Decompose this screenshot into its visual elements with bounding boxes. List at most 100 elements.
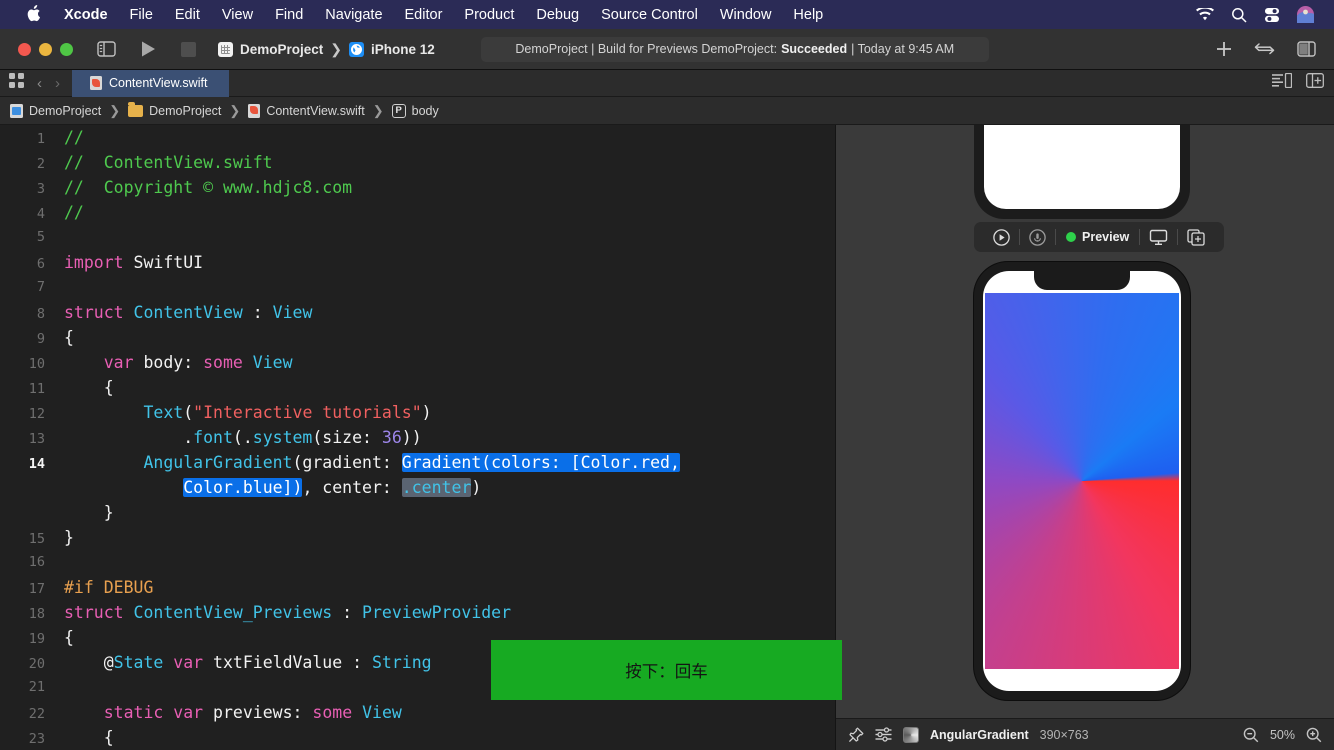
tab-contentview-swift[interactable]: ContentView.swift	[72, 69, 230, 97]
tab-label: ContentView.swift	[109, 76, 208, 90]
user-avatar-icon[interactable]	[1297, 6, 1314, 23]
code-token: struct	[64, 303, 124, 322]
preview-device-screen	[983, 271, 1181, 691]
code-line[interactable]: 10 var body: some View	[0, 350, 836, 375]
code-line[interactable]: 4 //	[0, 200, 836, 225]
code-token: //	[64, 128, 84, 147]
project-icon	[218, 41, 233, 57]
breadcrumb-item-body[interactable]: P body	[391, 103, 439, 118]
code-line[interactable]: 9{	[0, 325, 836, 350]
code-line-text: @State var txtFieldValue : String	[58, 650, 432, 675]
adjust-sliders-icon[interactable]	[875, 727, 892, 742]
code-token: , center:	[302, 478, 402, 497]
code-line[interactable]: }	[0, 500, 836, 525]
preview-device-above[interactable]	[974, 125, 1190, 219]
menu-item-edit[interactable]: Edit	[164, 7, 211, 23]
minimap-toggle-icon[interactable]	[1272, 72, 1293, 93]
code-token: State	[113, 653, 164, 672]
run-play-icon[interactable]	[140, 40, 157, 58]
code-line[interactable]: 2 // ContentView.swift	[0, 150, 836, 175]
nav-back-icon[interactable]: ‹	[37, 75, 42, 92]
code-line[interactable]: 14 AngularGradient(gradient: Gradient(co…	[0, 450, 836, 475]
record-circle-icon[interactable]	[1020, 228, 1055, 246]
play-circle-icon[interactable]	[984, 228, 1019, 246]
code-token: // ContentView.swift	[64, 153, 273, 172]
code-token: @	[64, 653, 114, 672]
code-line[interactable]: 3 // Copyright © www.hdjc8.com	[0, 175, 836, 200]
code-token: //	[64, 203, 84, 222]
assistant-editor-icon[interactable]	[1306, 73, 1324, 93]
navigator-toggle-icon[interactable]	[97, 41, 116, 57]
window-controls	[18, 42, 73, 56]
line-number: 12	[28, 406, 45, 422]
close-button[interactable]	[18, 42, 31, 56]
code-line[interactable]: 12 Text("Interactive tutorials")	[0, 400, 836, 425]
menu-item-product[interactable]: Product	[453, 7, 525, 23]
code-line-text: AngularGradient(gradient: Gradient(color…	[58, 450, 680, 475]
minimize-button[interactable]	[39, 42, 52, 56]
code-line[interactable]: 22 static var previews: some View	[0, 700, 836, 725]
spotlight-search-icon[interactable]	[1231, 7, 1247, 23]
menu-item-file[interactable]: File	[119, 7, 164, 23]
preview-canvas[interactable]: Preview	[836, 125, 1334, 750]
control-center-icon[interactable]	[1264, 7, 1280, 23]
code-token: #if	[64, 578, 94, 597]
apple-menu-icon[interactable]	[26, 4, 41, 25]
inspector-toggle-icon[interactable]	[1297, 41, 1316, 57]
library-swap-icon[interactable]	[1254, 42, 1275, 56]
line-number: 6	[36, 256, 45, 272]
code-line[interactable]: 5	[0, 225, 836, 250]
device-settings-icon[interactable]	[1140, 229, 1177, 246]
menu-item-navigate[interactable]: Navigate	[314, 7, 393, 23]
breadcrumb-item-folder[interactable]: DemoProject	[128, 101, 221, 118]
menu-item-source-control[interactable]: Source Control	[590, 7, 709, 23]
code-token: {	[64, 728, 114, 747]
code-line[interactable]: 13 .font(.system(size: 36))	[0, 425, 836, 450]
code-token: import	[64, 253, 124, 272]
wifi-icon[interactable]	[1196, 7, 1214, 22]
code-line[interactable]: 23 {	[0, 725, 836, 750]
code-line-text: import SwiftUI	[58, 250, 203, 275]
menu-item-xcode[interactable]: Xcode	[53, 7, 119, 23]
breadcrumb-item-project[interactable]: DemoProject	[10, 103, 101, 118]
zoom-button[interactable]	[60, 42, 73, 56]
code-line[interactable]: Color.blue]), center: .center)	[0, 475, 836, 500]
zoom-in-icon[interactable]	[1306, 727, 1322, 743]
code-line[interactable]: 11 {	[0, 375, 836, 400]
code-line-text: {	[58, 625, 74, 650]
nav-forward-icon[interactable]: ›	[55, 75, 60, 92]
pin-icon[interactable]	[848, 727, 864, 743]
code-line[interactable]: 17 #if DEBUG	[0, 575, 836, 600]
preview-device[interactable]	[974, 262, 1190, 700]
code-token: var	[173, 703, 204, 722]
line-number: 9	[36, 331, 45, 347]
scheme-selector[interactable]: DemoProject ❯ iPhone 12	[218, 41, 435, 58]
menu-item-view[interactable]: View	[211, 7, 264, 23]
code-line[interactable]: 15}	[0, 525, 836, 550]
menu-item-help[interactable]: Help	[782, 7, 834, 23]
menu-item-editor[interactable]: Editor	[394, 7, 454, 23]
stop-square-icon[interactable]	[181, 41, 196, 57]
build-status-bar[interactable]: DemoProject | Build for Previews DemoPro…	[480, 36, 989, 62]
zoom-out-icon[interactable]	[1243, 727, 1259, 743]
code-line[interactable]: 7	[0, 275, 836, 300]
menu-item-window[interactable]: Window	[709, 7, 783, 23]
duplicate-preview-icon[interactable]	[1178, 228, 1214, 246]
menu-item-find[interactable]: Find	[264, 7, 314, 23]
tabbar-right-controls	[1272, 72, 1334, 93]
tab-grid-icon[interactable]	[9, 73, 24, 93]
add-icon[interactable]	[1216, 41, 1232, 57]
code-token: system	[252, 428, 313, 447]
preview-status[interactable]: Preview	[1056, 230, 1139, 244]
code-line-text: {	[58, 375, 114, 400]
menu-item-debug[interactable]: Debug	[525, 7, 590, 23]
code-line[interactable]: 6 import SwiftUI	[0, 250, 836, 275]
line-number: 18	[28, 606, 45, 622]
code-line[interactable]: 8 struct ContentView : View	[0, 300, 836, 325]
code-line[interactable]: 1 //	[0, 125, 836, 150]
breadcrumb-item-file[interactable]: ContentView.swift	[248, 103, 365, 118]
code-token: static	[103, 703, 164, 722]
code-line-text: }	[58, 525, 74, 550]
code-line[interactable]: 18 struct ContentView_Previews : PreviewP…	[0, 600, 836, 625]
code-line[interactable]: 16	[0, 550, 836, 575]
